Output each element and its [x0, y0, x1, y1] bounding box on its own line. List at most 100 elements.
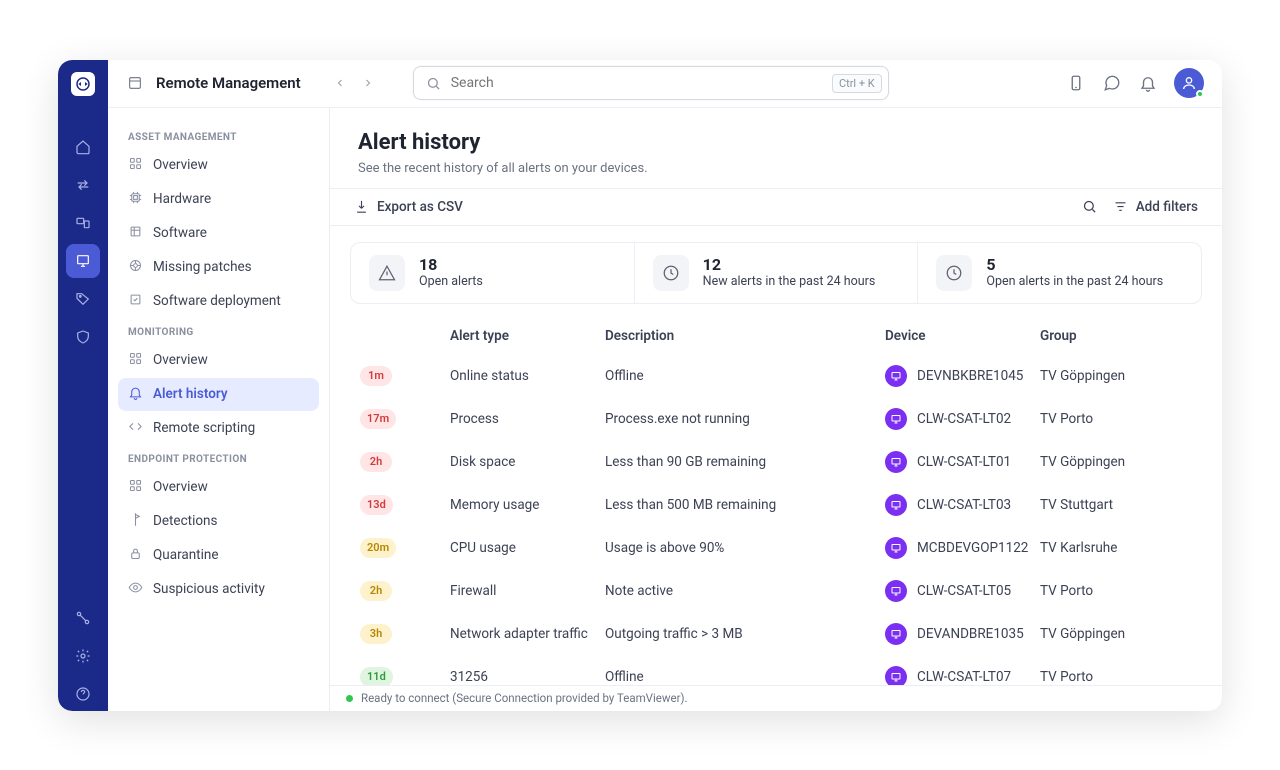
sidebar-item-missing-patches[interactable]: Missing patches [118, 251, 319, 284]
rail-shield-icon[interactable] [66, 320, 100, 354]
device-icon [885, 537, 907, 559]
cell-group: TV Stuttgart [1040, 497, 1192, 513]
stat-card: 18Open alerts [351, 243, 635, 303]
table-row[interactable]: 2hDisk spaceLess than 90 GB remainingCLW… [350, 440, 1202, 483]
cell-group: TV Porto [1040, 583, 1192, 599]
table-row[interactable]: 2hFirewallNote activeCLW-CSAT-LT05TV Por… [350, 569, 1202, 612]
cell-group: TV Göppingen [1040, 454, 1192, 470]
sidebar-item-overview[interactable]: Overview [118, 344, 319, 377]
col-group[interactable]: Group [1040, 328, 1192, 344]
rail-devices-icon[interactable] [66, 206, 100, 240]
avatar[interactable] [1174, 68, 1204, 98]
eye-icon [128, 580, 143, 599]
device-icon [885, 580, 907, 602]
search-box[interactable]: Ctrl + K [413, 66, 889, 100]
table-row[interactable]: 3h Network adapter trafficOutgoing traffi… [350, 612, 1202, 655]
grid-icon [128, 478, 143, 497]
table-row[interactable]: 17mProcessProcess.exe not runningCLW-CSA… [350, 397, 1202, 440]
nav-rail [58, 60, 108, 711]
nav-back-button[interactable] [327, 70, 353, 96]
age-badge: 3h [360, 624, 392, 644]
cell-description: Less than 90 GB remaining [605, 454, 885, 470]
sidebar-item-label: Detections [153, 513, 217, 529]
cell-group: TV Karlsruhe [1040, 540, 1192, 556]
cell-alert-type: Firewall [450, 583, 605, 599]
col-alert-type[interactable]: Alert type [450, 328, 605, 344]
lock-icon [128, 546, 143, 565]
cell-group: TV Göppingen [1040, 368, 1192, 384]
content: Alert history See the recent history of … [330, 108, 1222, 711]
sidebar-section-title: MONITORING [118, 319, 319, 344]
stat-label: Open alerts in the past 24 hours [986, 274, 1163, 289]
cell-alert-type: Online status [450, 368, 605, 384]
cell-description: Offline [605, 669, 885, 685]
clock-icon [936, 255, 972, 291]
cell-device: CLW-CSAT-LT03 [885, 494, 1040, 516]
rail-tag-icon[interactable] [66, 282, 100, 316]
sidebar-item-label: Remote scripting [153, 420, 255, 436]
cell-description: Outgoing traffic > 3 MB [605, 626, 885, 642]
sidebar-item-suspicious-activity[interactable]: Suspicious activity [118, 573, 319, 606]
stat-label: New alerts in the past 24 hours [703, 274, 876, 289]
sidebar-item-hardware[interactable]: Hardware [118, 183, 319, 216]
chat-icon[interactable] [1102, 73, 1122, 93]
sidebar-item-label: Overview [153, 479, 208, 495]
age-badge: 2h [360, 581, 392, 601]
table-row[interactable]: 20mCPU usageUsage is above 90%MCBDEVGOP1… [350, 526, 1202, 569]
flag-icon [128, 512, 143, 531]
cell-device: CLW-CSAT-LT02 [885, 408, 1040, 430]
rail-home-icon[interactable] [66, 130, 100, 164]
device-icon [885, 451, 907, 473]
sidebar-item-alert-history[interactable]: Alert history [118, 378, 319, 411]
search-input[interactable] [451, 75, 822, 91]
table-row[interactable]: 13dMemory usageLess than 500 MB remainin… [350, 483, 1202, 526]
rail-transfer-icon[interactable] [66, 168, 100, 202]
sidebar-item-overview[interactable]: Overview [118, 149, 319, 182]
rail-help-icon[interactable] [66, 677, 100, 711]
code-icon [128, 419, 143, 438]
sidebar-section-title: ENDPOINT PROTECTION [118, 446, 319, 471]
col-device[interactable]: Device [885, 328, 1040, 344]
sidebar-item-label: Suspicious activity [153, 581, 265, 597]
rail-workflow-icon[interactable] [66, 601, 100, 635]
sidebar-item-software[interactable]: Software [118, 217, 319, 250]
package-icon [128, 224, 143, 243]
cell-description: Offline [605, 368, 885, 384]
col-description[interactable]: Description [605, 328, 885, 344]
cell-alert-type: Network adapter traffic [450, 626, 605, 642]
export-csv-button[interactable]: Export as CSV [354, 199, 463, 215]
add-filters-button[interactable]: Add filters [1113, 199, 1198, 215]
sidebar-item-quarantine[interactable]: Quarantine [118, 539, 319, 572]
sidebar-item-label: Software deployment [153, 293, 281, 309]
clock-icon [653, 255, 689, 291]
page-subtitle: See the recent history of all alerts on … [358, 161, 1194, 176]
sidebar: ASSET MANAGEMENTOverviewHardwareSoftware… [108, 108, 330, 711]
device-icon [885, 408, 907, 430]
cell-alert-type: Disk space [450, 454, 605, 470]
bell-icon[interactable] [1138, 73, 1158, 93]
sidebar-item-remote-scripting[interactable]: Remote scripting [118, 412, 319, 445]
search-icon [1082, 199, 1097, 214]
rail-settings-icon[interactable] [66, 639, 100, 673]
search-icon [426, 76, 441, 91]
toolbar-search-button[interactable] [1082, 199, 1097, 214]
table-header: Alert type Description Device Group [350, 318, 1202, 354]
device-icon [885, 365, 907, 387]
sidebar-item-label: Overview [153, 157, 208, 173]
table-row[interactable]: 1mOnline statusOfflineDEVNBKBRE1045TV Gö… [350, 354, 1202, 397]
window-menu-icon[interactable] [126, 74, 144, 92]
sidebar-item-overview[interactable]: Overview [118, 471, 319, 504]
rail-management-icon[interactable] [66, 244, 100, 278]
nav-forward-button[interactable] [355, 70, 381, 96]
sidebar-item-label: Missing patches [153, 259, 252, 275]
sidebar-item-software-deployment[interactable]: Software deployment [118, 285, 319, 318]
sidebar-item-detections[interactable]: Detections [118, 505, 319, 538]
stat-card: 5Open alerts in the past 24 hours [918, 243, 1201, 303]
cell-device: CLW-CSAT-LT01 [885, 451, 1040, 473]
grid-icon [128, 156, 143, 175]
age-badge: 1m [360, 366, 392, 386]
age-badge: 13d [360, 495, 393, 515]
sidebar-item-label: Alert history [153, 386, 228, 402]
warn-icon [369, 255, 405, 291]
device-icon[interactable] [1066, 73, 1086, 93]
